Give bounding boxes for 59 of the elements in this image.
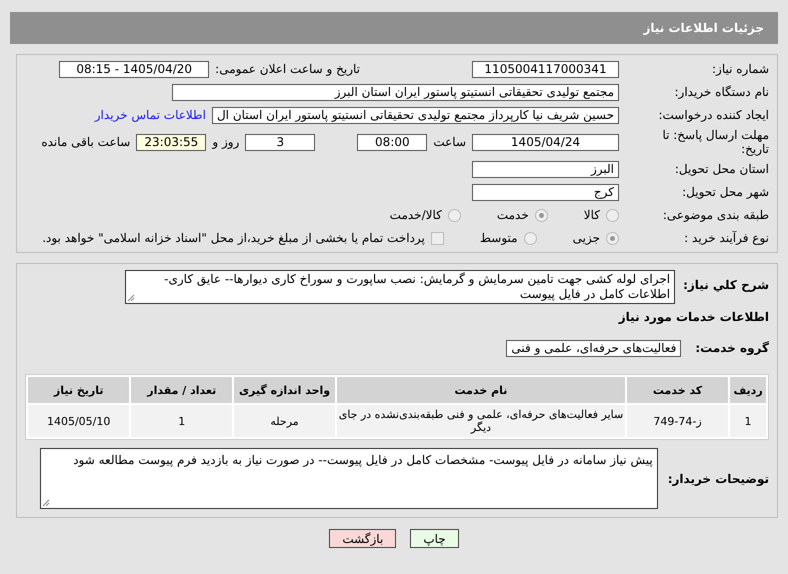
days-field: 3 (245, 134, 316, 150)
page-title: جزئیات اطلاعات نیاز (10, 12, 778, 44)
service-group-field: فعالیت‌های حرفه‌ای، علمی و فنی (506, 340, 682, 356)
need-number-field: 1105004117000341 (472, 60, 619, 78)
radio-button[interactable] (606, 208, 619, 222)
resize-grip-icon (127, 294, 136, 302)
requester-field: حسین شریف نیا کارپرداز مجتمع تولیدی تحقیقاتی انستیتو پاستور ایران استان ال (212, 106, 619, 124)
resize-grip-icon (42, 499, 50, 507)
field-label: شرح کلي نیاز: (683, 278, 769, 292)
field-label: روز و (212, 135, 240, 149)
field-label: ساعت باقی مانده (41, 135, 130, 149)
deadline-date-field: 1405/04/24 (472, 134, 619, 150)
city-field: کرج (472, 184, 619, 200)
checkbox[interactable] (430, 232, 444, 244)
field-label: گروه خدمت: (695, 341, 769, 355)
field-label: مهلت ارسال پاسخ: تا تاریخ: (661, 128, 769, 156)
radio-label: جزیی (572, 231, 600, 245)
field-label: استان محل تحویل: (674, 162, 769, 176)
announce-date-field: 1405/04/20 - 08:15 (59, 60, 210, 78)
checkbox-label: پرداخت تمام یا بخشی از مبلغ خرید،از محل "اسناد خزانه اسلامی" خواهد بود. (42, 231, 425, 245)
deadline-time-field: 08:00 (357, 134, 428, 150)
table-cell: 1405/05/10 (28, 405, 130, 437)
field-label: توضیحات خریدار: (668, 472, 769, 486)
field-label: ایجاد کننده درخواست: (657, 108, 769, 122)
radio-label: کالا (584, 208, 600, 222)
radio-button[interactable] (534, 208, 548, 222)
field-label: تاریخ و ساعت اعلان عمومی: (215, 62, 360, 76)
column-header: واحد اندازه گیری (234, 377, 335, 403)
radio-button[interactable] (448, 208, 461, 222)
contact-link[interactable]: اطلاعات تماس خریدار (94, 108, 206, 122)
field-label: نوع فرآیند خرید : (683, 231, 769, 245)
field-label: ساعت (433, 135, 466, 149)
radio-button[interactable] (606, 232, 619, 244)
buyer-org-field: مجتمع تولیدی تحقیقاتی انستیتو پاستور ایران استان البرز (172, 84, 619, 100)
field-label: شماره نیاز: (711, 62, 769, 76)
radio-button[interactable] (524, 232, 537, 244)
buyer-notes-field: پیش نیاز سامانه در فایل پیوست- مشخصات کامل در فایل پیوست-- در صورت نیاز به بازدید فرم پیوست مطالعه شود (40, 448, 658, 509)
column-header: کد خدمت (627, 377, 728, 403)
field-label: طبقه بندی موضوعی: (662, 208, 769, 222)
column-header: نام خدمت (336, 377, 626, 403)
table-cell: سایر فعالیت‌های حرفه‌ای، علمی و فنی طبقه‌بندی‌نشده در جای دیگر (336, 405, 626, 437)
column-header: تاریخ نیاز (28, 377, 130, 403)
radio-label: کالا/خدمت (390, 208, 442, 222)
column-header: تعداد / مقدار (131, 377, 232, 403)
table-cell: مرحله (234, 405, 335, 437)
radio-label: خدمت (496, 208, 529, 222)
back-button[interactable]: بازگشت (329, 529, 396, 548)
section-heading: اطلاعات خدمات مورد نیاز (617, 310, 769, 324)
field-label: نام دستگاه خریدار: (674, 85, 769, 99)
field-label: شهر محل تحویل: (681, 185, 769, 199)
table-cell: ز-74-749 (627, 405, 728, 437)
description-field: اجرای لوله کشی جهت تامین سرمایش و گرمایش: نصب ساپورت و سوراخ کاری دیوارها-- عایق کاری- اطلاعات کامل در فایل پیوست (125, 270, 676, 304)
print-button[interactable]: چاپ (410, 529, 459, 548)
column-header: ردیف (730, 377, 766, 403)
table-cell: 1 (730, 405, 766, 437)
remaining-time-field: 23:03:55 (136, 134, 206, 150)
table-cell: 1 (131, 405, 232, 437)
province-field: البرز (472, 160, 619, 178)
radio-label: متوسط (480, 231, 518, 245)
